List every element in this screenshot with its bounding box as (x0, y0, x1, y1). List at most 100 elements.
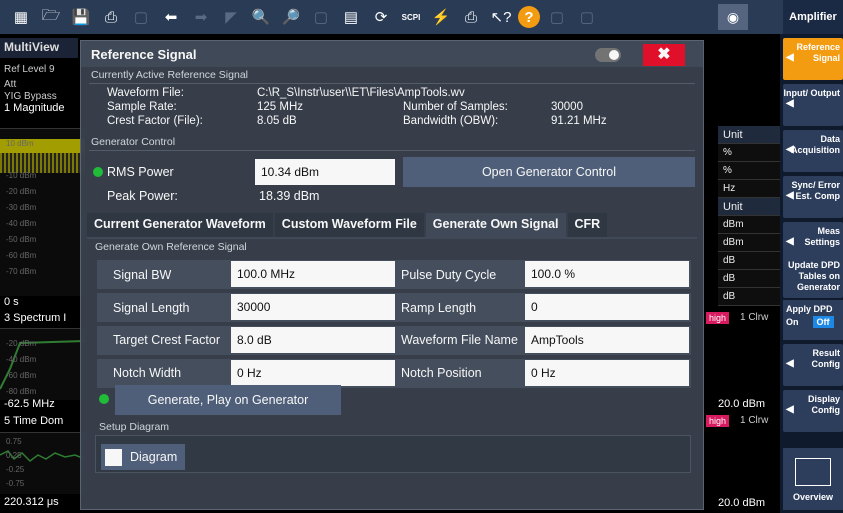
trace-mode: 1 Clrw (740, 415, 769, 426)
arrow-left-icon: ◀ (786, 144, 794, 155)
generate-play-button[interactable]: Generate, Play on Generator (115, 385, 341, 415)
tab-current-generator-waveform[interactable]: Current Generator Waveform (87, 213, 273, 237)
axis-tick: -60 dBm (6, 371, 37, 380)
unit-cell: dB (718, 252, 780, 270)
ref-level-right: 20.0 dBm (718, 497, 766, 509)
crest-factor-value: 8.05 dB (257, 115, 297, 127)
softkey-apply-dpd[interactable]: Apply DPD On Off (783, 300, 843, 340)
axis-tick: -40 dBm (6, 219, 37, 228)
axis-tick: 0.25 (6, 451, 22, 460)
unit-header: Unit (718, 198, 780, 216)
open-generator-control-button[interactable]: Open Generator Control (403, 157, 695, 187)
redo-icon: ➡ (194, 9, 208, 26)
grid-icon[interactable]: ▦ (8, 4, 34, 30)
softkey-sync-error[interactable]: ◀ Sync/ Error Est. Comp (783, 176, 843, 218)
app-title: Amplifier (783, 0, 843, 34)
restore-icon[interactable]: ⟳ (368, 4, 394, 30)
axis-tick: -30 dBm (6, 203, 37, 212)
diagram-checkbox[interactable] (105, 448, 122, 466)
pulse-duty-label: Pulse Duty Cycle (401, 268, 497, 282)
waveform-name-field[interactable]: AmpTools (525, 327, 689, 353)
zoom-mult-icon[interactable]: 🔎 (278, 4, 304, 30)
time-start: 0 s (4, 296, 19, 308)
overview-label: Overview (792, 492, 834, 502)
rms-power-field[interactable]: 10.34 dBm (255, 159, 395, 185)
arrow-left-icon: ◀ (786, 236, 794, 247)
axis-tick: -50 dBm (6, 235, 37, 244)
own-signal-section: Generate Own Reference Signal (95, 241, 247, 253)
tab-generate-own-signal[interactable]: Generate Own Signal (425, 213, 566, 237)
softkey-label: Display Config (807, 394, 840, 415)
notch-width-label: Notch Width (113, 366, 182, 380)
num-samples-value: 30000 (551, 101, 583, 113)
help-icon[interactable]: ? (518, 6, 540, 28)
window-icon[interactable]: ▤ (338, 4, 364, 30)
freq-start: -62.5 MHz (4, 398, 55, 410)
axis-tick: -10 dBm (6, 171, 37, 180)
context-help-icon[interactable]: ↖? (488, 4, 514, 30)
blank3-icon: ⚡ (431, 9, 451, 26)
tab-custom-waveform-file[interactable]: Custom Waveform File (274, 213, 424, 237)
tab-cfr[interactable]: CFR (567, 213, 608, 237)
close-button[interactable]: ✖ (643, 44, 685, 66)
unit-header: Unit (718, 126, 780, 144)
undo-icon[interactable]: ⬅ (158, 4, 184, 30)
multiview-tab[interactable]: MultiView (0, 38, 78, 58)
tab-bar: Current Generator Waveform Custom Wavefo… (87, 213, 609, 237)
overview-button[interactable]: Overview (783, 448, 843, 510)
ramp-length-field[interactable]: 0 (525, 294, 689, 320)
ramp-length-label: Ramp Length (401, 301, 477, 315)
transparency-toggle[interactable] (595, 48, 621, 62)
toggle-on[interactable]: On (786, 317, 799, 327)
softkey-data-acquisition[interactable]: ◀ Data Acquisition (783, 130, 843, 172)
softkey-bar: ◀ Reference Signal ◀ Input/ Output ◀ Data A… (780, 34, 843, 513)
unit-table: Unit % % Hz Unit dBm dBm dB dB dB (718, 126, 780, 306)
waveform-file-value: C:\R_S\Instr\user\\ET\Files\AmpTools.wv (257, 87, 465, 99)
unit-cell: dB (718, 270, 780, 288)
crest-factor-label: Crest Factor (File): (107, 115, 203, 127)
scpi-icon[interactable]: SCPI (398, 4, 424, 30)
num-samples-label: Number of Samples: (403, 101, 508, 113)
pulse-duty-field[interactable]: 100.0 % (525, 261, 689, 287)
signal-length-field[interactable]: 30000 (231, 294, 395, 320)
print-icon[interactable]: ⎙ (98, 4, 124, 30)
softkey-reference-signal[interactable]: ◀ Reference Signal (783, 38, 843, 80)
zoom-icon[interactable]: 🔍 (248, 4, 274, 30)
ref-level: Ref Level 9 (4, 64, 55, 75)
folder-icon[interactable]: 🗁 (38, 4, 64, 30)
notch-position-field[interactable]: 0 Hz (525, 360, 689, 386)
softkey-input-output[interactable]: ◀ Input/ Output (783, 84, 843, 126)
status-led (93, 167, 103, 177)
sample-rate-label: Sample Rate: (107, 101, 177, 113)
waveform-file-label: Waveform File: (107, 87, 184, 99)
unit-cell: % (718, 162, 780, 180)
ref-level-right: 20.0 dBm (718, 398, 766, 410)
softkey-label: Result Config (811, 348, 841, 369)
bandwidth-label: Bandwidth (OBW): (403, 115, 499, 127)
toggle-off[interactable]: Off (812, 316, 834, 328)
att-label: Att (4, 79, 17, 90)
notch-position-label: Notch Position (401, 366, 482, 380)
diagram-button[interactable]: Diagram (101, 444, 185, 470)
generate-status-led (99, 394, 109, 404)
waveform-name-label: Waveform File Name (401, 333, 518, 347)
unit-cell: dB (718, 288, 780, 306)
bandwidth-value: 91.21 MHz (551, 115, 607, 127)
blank2-icon: ▢ (313, 9, 329, 26)
sequence-icon[interactable]: ⎙ (458, 4, 484, 30)
camera-icon[interactable]: ◉ (718, 4, 748, 30)
target-crest-field[interactable]: 8.0 dB (231, 327, 395, 353)
notch-width-field[interactable]: 0 Hz (231, 360, 395, 386)
signal-bw-field[interactable]: 100.0 MHz (231, 261, 395, 287)
save-icon[interactable]: 💾 (68, 4, 94, 30)
arrow-left-icon: ◀ (786, 98, 794, 109)
axis-tick: 0.75 (6, 437, 22, 446)
active-signal-section: Currently Active Reference Signal (91, 69, 248, 81)
softkey-display-config[interactable]: ◀ Display Config (783, 390, 843, 432)
softkey-result-config[interactable]: ◀ Result Config (783, 344, 843, 386)
time-domain-panel: 0.75 0.25 -0.25 -0.75 (0, 432, 85, 494)
axis-tick: -0.25 (6, 465, 25, 474)
marker-icon: ◤ (225, 9, 237, 26)
peak-power-value: 18.39 dBm (259, 189, 320, 203)
softkey-update-dpd[interactable]: Update DPD Tables on Generator (783, 256, 843, 298)
